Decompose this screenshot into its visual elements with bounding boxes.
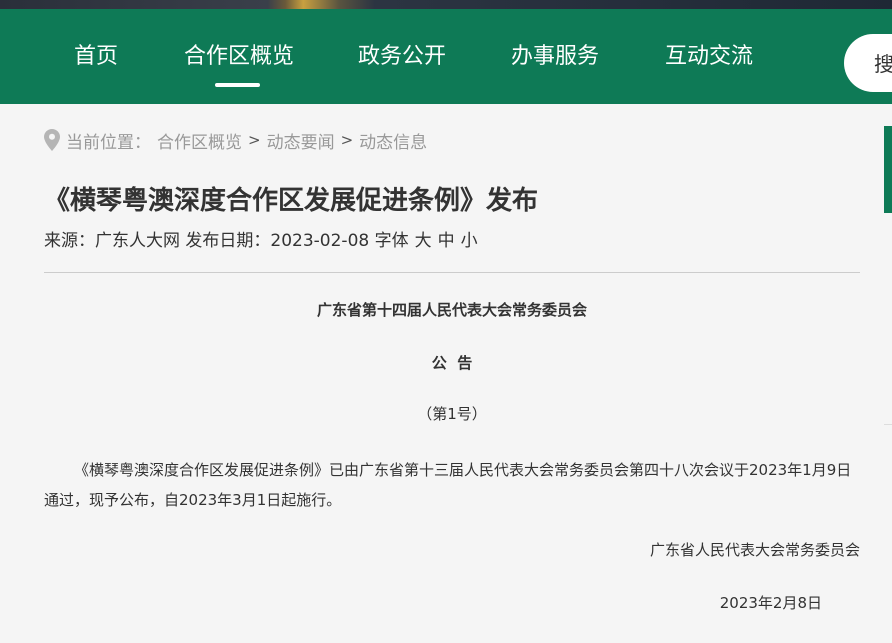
signature-date: 2023年2月8日 [719, 594, 822, 612]
breadcrumb: 当前位置： 合作区概览 > 动态要闻 > 动态信息 [44, 127, 427, 153]
notice-heading: 公 告 [431, 354, 473, 372]
breadcrumb-separator: > [340, 131, 354, 149]
nav-item-interaction[interactable]: 互动交流 [665, 42, 753, 72]
nav-item-overview[interactable]: 合作区概览 [184, 42, 294, 72]
nav-active-indicator [215, 83, 260, 87]
font-size-label: 字体 [374, 231, 409, 251]
breadcrumb-prefix: 当前位置： [66, 132, 151, 153]
font-size-medium-button[interactable]: 中 [438, 231, 455, 251]
font-size-large-button[interactable]: 大 [415, 231, 432, 251]
date-value: 2023-02-08 [270, 231, 370, 251]
article-meta: 来源：广东人大网 发布日期：2023-02-08 字体大中小 [44, 229, 478, 253]
header-banner-image [0, 0, 892, 9]
breadcrumb-item-news[interactable]: 动态要闻 [267, 128, 335, 153]
side-accent-bar [884, 126, 892, 213]
search-input[interactable]: 搜 [844, 34, 892, 92]
search-label: 搜 [874, 52, 892, 76]
signature: 广东省人民代表大会常务委员会 [649, 541, 860, 559]
main-nav: 首页 合作区概览 政务公开 办事服务 互动交流 搜 [0, 9, 892, 104]
location-pin-icon [44, 129, 60, 151]
nav-item-services[interactable]: 办事服务 [511, 42, 599, 72]
breadcrumb-item-updates[interactable]: 动态信息 [359, 128, 427, 153]
font-size-small-button[interactable]: 小 [461, 231, 478, 251]
breadcrumb-separator: > [248, 131, 261, 149]
source-value: 广东人大网 [95, 231, 180, 251]
article-title: 《横琴粤澳深度合作区发展促进条例》发布 [44, 186, 539, 216]
side-divider [884, 424, 892, 425]
article-paragraph: 《横琴粤澳深度合作区发展促进条例》已由广东省第十三届人民代表大会常务委员会第四十… [44, 461, 852, 509]
notice-number: （第1号） [417, 405, 487, 423]
date-label: 发布日期： [185, 231, 271, 251]
nav-item-government-affairs[interactable]: 政务公开 [358, 42, 446, 72]
source-label: 来源： [44, 231, 95, 251]
nav-item-home[interactable]: 首页 [74, 42, 118, 72]
title-divider [44, 272, 860, 273]
issuer-heading: 广东省第十四届人民代表大会常务委员会 [316, 301, 587, 319]
breadcrumb-item-overview[interactable]: 合作区概览 [157, 128, 242, 153]
